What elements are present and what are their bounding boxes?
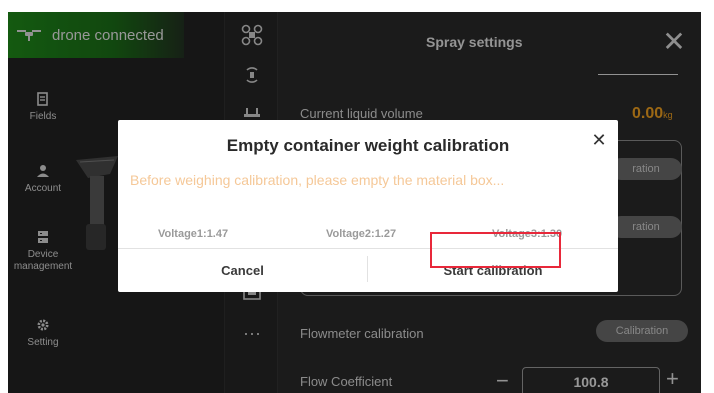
voltage-1: Voltage1:1.47: [158, 228, 229, 240]
dialog-title: Empty container weight calibration: [226, 136, 510, 155]
cancel-button[interactable]: Cancel: [118, 249, 367, 292]
dialog-message: Before weighing calibration, please empt…: [130, 172, 505, 188]
app-screen: drone connected Fields Account Device ma…: [8, 12, 701, 393]
voltage-2: Voltage2:1.27: [326, 228, 397, 240]
highlight-box: [430, 232, 561, 268]
close-icon[interactable]: ✕: [588, 130, 610, 152]
